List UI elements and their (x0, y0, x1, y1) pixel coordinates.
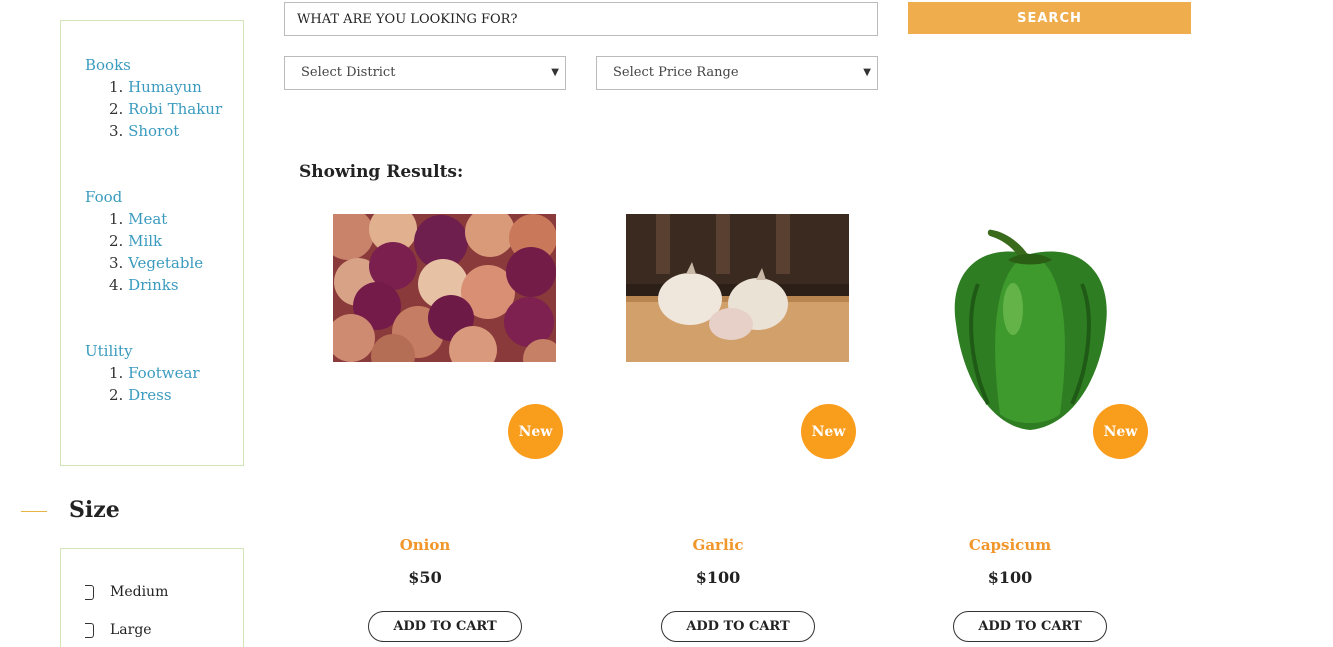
category-food: Food 1. Meat 2. Milk 3. Vegetable 4. Dri… (85, 186, 203, 296)
category-item-number: 1. (109, 210, 124, 228)
category-item-link[interactable]: Vegetable (128, 254, 203, 272)
search-input[interactable] (284, 2, 878, 36)
category-item-number: 1. (109, 364, 124, 382)
size-option-medium[interactable]: Medium (85, 584, 168, 600)
new-badge: New (508, 404, 563, 459)
product-image-capsicum[interactable] (918, 214, 1141, 436)
size-panel: Medium Large (60, 548, 244, 647)
category-item-link[interactable]: Shorot (128, 122, 179, 140)
category-panel: Books 1. Humayun 2. Robi Thakur 3. Shoro… (60, 20, 244, 466)
new-badge: New (1093, 404, 1148, 459)
category-item-link[interactable]: Milk (128, 232, 162, 250)
category-title-books[interactable]: Books (85, 54, 222, 76)
category-item[interactable]: 3. Vegetable (109, 252, 203, 274)
product-name[interactable]: Garlic (588, 536, 848, 554)
category-item[interactable]: 2. Robi Thakur (109, 98, 222, 120)
size-option-label: Medium (110, 584, 169, 600)
category-books: Books 1. Humayun 2. Robi Thakur 3. Shoro… (85, 54, 222, 142)
category-title-food[interactable]: Food (85, 186, 203, 208)
size-option-large[interactable]: Large (85, 622, 152, 638)
product-name[interactable]: Onion (295, 536, 555, 554)
add-to-cart-button[interactable]: ADD TO CART (953, 611, 1107, 642)
add-to-cart-button[interactable]: ADD TO CART (368, 611, 522, 642)
size-heading: Size (69, 497, 120, 523)
add-to-cart-button[interactable]: ADD TO CART (661, 611, 815, 642)
category-item[interactable]: 1. Footwear (109, 362, 200, 384)
new-badge: New (801, 404, 856, 459)
checkbox[interactable] (85, 584, 94, 600)
category-item-number: 2. (109, 386, 124, 404)
caret-down-icon: ▼ (863, 67, 871, 78)
category-utility: Utility 1. Footwear 2. Dress (85, 340, 200, 406)
product-card-capsicum: New Capsicum $100 ADD TO CART (880, 214, 1148, 644)
category-item[interactable]: 2. Milk (109, 230, 203, 252)
district-select[interactable]: Select District ▼ (284, 56, 566, 90)
product-card-garlic: New Garlic $100 ADD TO CART (588, 214, 856, 644)
category-item-link[interactable]: Drinks (128, 276, 178, 294)
size-divider (21, 511, 47, 512)
checkbox[interactable] (85, 622, 94, 638)
category-item-link[interactable]: Dress (128, 386, 171, 404)
product-price: $50 (408, 568, 442, 587)
product-name[interactable]: Capsicum (880, 536, 1140, 554)
category-item-number: 4. (109, 276, 124, 294)
category-item-link[interactable]: Footwear (128, 364, 200, 382)
category-list-utility: 1. Footwear 2. Dress (85, 362, 200, 406)
price-range-select-value: Select Price Range (613, 65, 739, 80)
category-title-utility[interactable]: Utility (85, 340, 200, 362)
caret-down-icon: ▼ (551, 67, 559, 78)
product-image-garlic[interactable] (626, 214, 849, 362)
results-heading: Showing Results: (299, 162, 464, 182)
category-item[interactable]: 4. Drinks (109, 274, 203, 296)
category-item-link[interactable]: Robi Thakur (128, 100, 222, 118)
size-option-label: Large (110, 622, 152, 638)
category-list-books: 1. Humayun 2. Robi Thakur 3. Shorot (85, 76, 222, 142)
category-item-number: 3. (109, 254, 124, 272)
category-item[interactable]: 2. Dress (109, 384, 200, 406)
category-item-number: 2. (109, 100, 124, 118)
product-price: $100 (695, 568, 741, 587)
category-item-link[interactable]: Meat (128, 210, 167, 228)
product-image-onion[interactable] (333, 214, 556, 362)
category-list-food: 1. Meat 2. Milk 3. Vegetable 4. Drinks (85, 208, 203, 296)
category-item[interactable]: 1. Meat (109, 208, 203, 230)
category-item[interactable]: 3. Shorot (109, 120, 222, 142)
product-price: $100 (987, 568, 1033, 587)
category-item-number: 3. (109, 122, 124, 140)
search-button[interactable]: SEARCH (908, 2, 1191, 34)
category-item-number: 2. (109, 232, 124, 250)
product-card-onion: New Onion $50 ADD TO CART (295, 214, 563, 644)
district-select-value: Select District (301, 65, 396, 80)
category-item-link[interactable]: Humayun (128, 78, 202, 96)
category-item-number: 1. (109, 78, 124, 96)
category-item[interactable]: 1. Humayun (109, 76, 222, 98)
price-range-select[interactable]: Select Price Range ▼ (596, 56, 878, 90)
